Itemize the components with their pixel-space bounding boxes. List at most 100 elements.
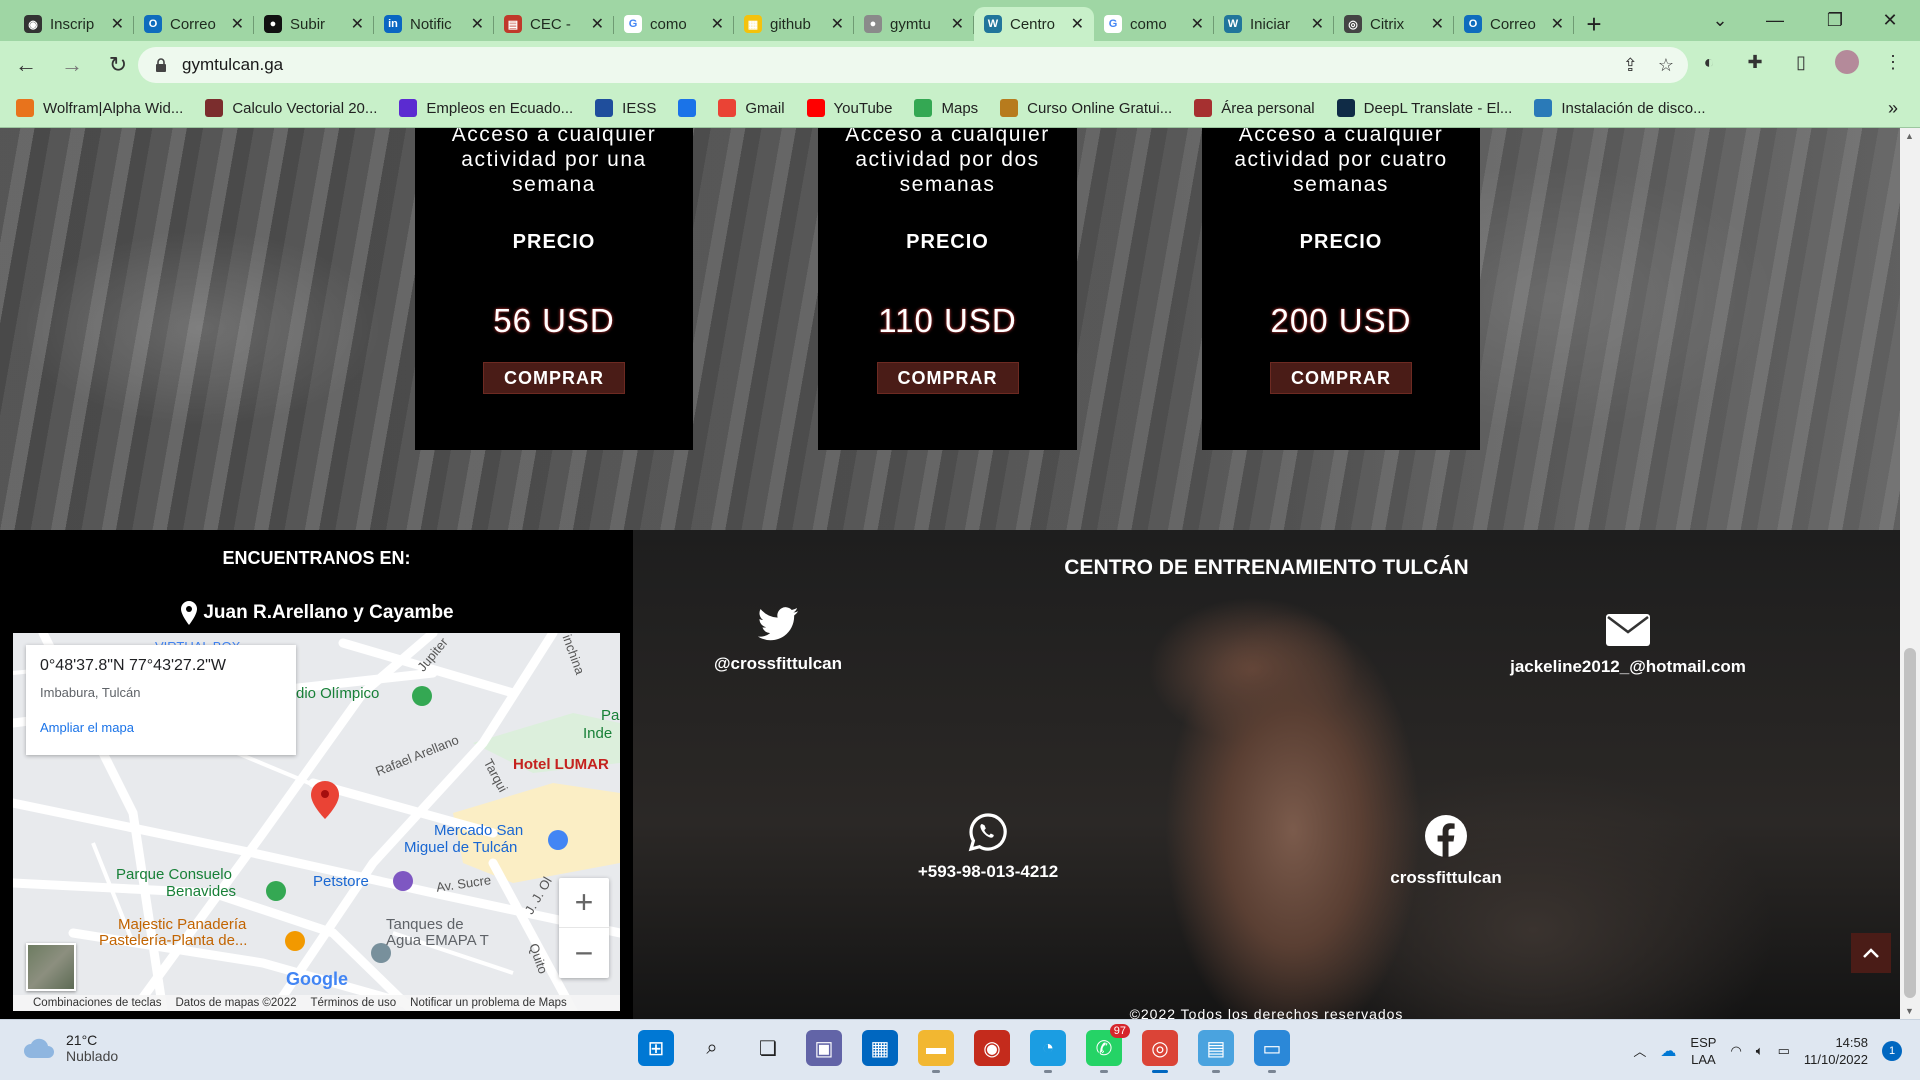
wifi-icon[interactable]: ◠ bbox=[1730, 1043, 1741, 1059]
address-bar[interactable]: gymtulcan.ga ⇪ ☆ bbox=[138, 47, 1688, 83]
notepad-icon[interactable]: ▤ bbox=[1198, 1030, 1234, 1073]
edge-icon[interactable]: ◔ bbox=[1030, 1030, 1066, 1073]
browser-tab[interactable]: O Correo ✕ bbox=[134, 7, 254, 41]
twitter-link[interactable]: @crossfittulcan bbox=[693, 606, 863, 674]
store-icon[interactable]: ▦ bbox=[862, 1030, 898, 1066]
url-text[interactable]: gymtulcan.ga bbox=[182, 55, 283, 75]
tab-close-icon[interactable]: ✕ bbox=[831, 14, 844, 34]
browser-tab[interactable]: W Centro ✕ bbox=[974, 7, 1094, 41]
tab-close-icon[interactable]: ✕ bbox=[591, 14, 604, 34]
new-tab-button[interactable]: + bbox=[1574, 7, 1614, 41]
chrome-icon[interactable]: ◎ bbox=[1142, 1030, 1178, 1073]
google-map[interactable]: VIRTUAL BOX dio Olímpico Jupiter inchina… bbox=[13, 633, 620, 1011]
extension-icon[interactable]: ◐ bbox=[1696, 49, 1722, 75]
map-terms-link[interactable]: Términos de uso bbox=[311, 997, 397, 1009]
teams-icon[interactable]: ▣ bbox=[806, 1030, 842, 1066]
bookmark-favicon-icon bbox=[718, 99, 737, 117]
whatsapp-icon[interactable]: ✆ 97 bbox=[1086, 1024, 1130, 1073]
browser-tab[interactable]: O Correo ✕ bbox=[1454, 7, 1574, 41]
browser-tab[interactable]: W Iniciar ✕ bbox=[1214, 7, 1334, 41]
close-window-icon[interactable]: ✕ bbox=[1860, 0, 1920, 41]
bookmark-item[interactable]: IESS bbox=[595, 99, 656, 117]
maximize-icon[interactable]: ❐ bbox=[1805, 0, 1865, 41]
tab-close-icon[interactable]: ✕ bbox=[231, 14, 244, 34]
buy-button[interactable]: COMPRAR bbox=[483, 362, 625, 394]
tab-close-icon[interactable]: ✕ bbox=[351, 14, 364, 34]
chevron-up-icon[interactable]: ︿ bbox=[1633, 1041, 1646, 1060]
back-icon[interactable]: ← bbox=[6, 45, 46, 85]
buy-button[interactable]: COMPRAR bbox=[876, 362, 1019, 394]
bookmark-item[interactable]: Curso Online Gratui... bbox=[1000, 99, 1172, 117]
tab-close-icon[interactable]: ✕ bbox=[1431, 14, 1444, 34]
clock-date: 11/10/2022 bbox=[1803, 1051, 1868, 1067]
satellite-toggle[interactable] bbox=[26, 943, 76, 991]
side-panel-icon[interactable]: ▯ bbox=[1788, 49, 1814, 75]
tab-close-icon[interactable]: ✕ bbox=[471, 14, 484, 34]
clock[interactable]: 14:58 11/10/2022 bbox=[1804, 1034, 1868, 1068]
bookmark-item[interactable]: Calculo Vectorial 20... bbox=[205, 99, 377, 117]
tab-close-icon[interactable]: ✕ bbox=[1191, 14, 1204, 34]
browser-tab[interactable]: ◉ Inscrip ✕ bbox=[14, 7, 134, 41]
bookmark-item[interactable]: DeepL Translate - El... bbox=[1336, 99, 1512, 117]
buy-button[interactable]: COMPRAR bbox=[1270, 362, 1412, 394]
bookmark-item[interactable]: Instalación de disco... bbox=[1534, 99, 1706, 117]
browser-tab[interactable]: ◎ Citrix ✕ bbox=[1334, 7, 1454, 41]
onedrive-icon[interactable]: ☁ bbox=[1660, 1041, 1676, 1061]
language-indicator[interactable]: ESP LAA bbox=[1690, 1034, 1716, 1068]
facebook-link[interactable]: crossfittulcan bbox=[1361, 814, 1531, 888]
reload-icon[interactable]: ↻ bbox=[98, 45, 138, 85]
scroll-up-arrow-icon[interactable]: ▲ bbox=[1905, 131, 1914, 141]
zoom-out-button[interactable]: − bbox=[559, 928, 609, 978]
scrollbar-thumb[interactable] bbox=[1904, 648, 1916, 998]
notification-badge[interactable]: 1 bbox=[1882, 1040, 1902, 1061]
start-icon[interactable]: ⊞ bbox=[638, 1030, 674, 1066]
bookmarks-overflow-icon[interactable]: » bbox=[1888, 98, 1898, 119]
browser-tab[interactable]: ● gymtu ✕ bbox=[854, 7, 974, 41]
volume-icon[interactable]: 🔈︎ bbox=[1756, 1043, 1764, 1059]
screen-recorder-icon[interactable]: ◉ bbox=[974, 1030, 1010, 1066]
minimize-icon[interactable]: — bbox=[1745, 0, 1805, 41]
remote-desktop-icon[interactable]: ▭ bbox=[1254, 1030, 1290, 1073]
weather-widget[interactable]: 21°C Nublado bbox=[22, 1032, 118, 1064]
browser-tab[interactable]: ● Subir ✕ bbox=[254, 7, 374, 41]
bookmark-item[interactable]: YouTube bbox=[806, 99, 892, 117]
task-view-icon[interactable]: ❏ bbox=[750, 1030, 786, 1066]
tab-close-icon[interactable]: ✕ bbox=[711, 14, 724, 34]
bookmark-item[interactable]: Maps bbox=[914, 99, 978, 117]
tab-close-icon[interactable]: ✕ bbox=[111, 14, 124, 34]
scroll-down-arrow-icon[interactable]: ▼ bbox=[1905, 1006, 1914, 1016]
page-scrollbar[interactable]: ▲ ▼ bbox=[1900, 128, 1920, 1019]
tab-close-icon[interactable]: ✕ bbox=[1071, 14, 1084, 34]
search-icon[interactable]: ⌕ bbox=[694, 1030, 730, 1066]
file-explorer-icon[interactable]: ▬ bbox=[918, 1030, 954, 1073]
bookmark-item[interactable]: Área personal bbox=[1194, 99, 1315, 117]
browser-tab[interactable]: Gcomo ✕ bbox=[614, 7, 734, 41]
price-label: PRECIO bbox=[1299, 231, 1383, 253]
map-keyboard-shortcuts[interactable]: Combinaciones de teclas bbox=[33, 997, 162, 1009]
tab-close-icon[interactable]: ✕ bbox=[951, 14, 964, 34]
browser-tab[interactable]: ▤ CEC - ✕ bbox=[494, 7, 614, 41]
profile-avatar[interactable] bbox=[1834, 49, 1860, 75]
browser-tab[interactable]: ▦ github ✕ bbox=[734, 7, 854, 41]
tab-close-icon[interactable]: ✕ bbox=[1311, 14, 1324, 34]
email-link[interactable]: jackeline2012_@hotmail.com bbox=[1493, 613, 1763, 677]
battery-icon[interactable]: ▭ bbox=[1778, 1043, 1790, 1059]
bookmark-item[interactable]: Empleos en Ecuado... bbox=[399, 99, 573, 117]
whatsapp-link[interactable]: +593-98-013-4212 bbox=[903, 812, 1073, 882]
zoom-in-button[interactable]: + bbox=[559, 878, 609, 928]
browser-tab[interactable]: in Notific ✕ bbox=[374, 7, 494, 41]
tab-search-icon[interactable]: ⌄ bbox=[1690, 0, 1750, 41]
scroll-to-top-button[interactable] bbox=[1851, 933, 1891, 973]
forward-icon[interactable]: → bbox=[52, 45, 92, 85]
share-icon[interactable]: ⇪ bbox=[1623, 55, 1638, 76]
expand-map-link[interactable]: Ampliar el mapa bbox=[40, 720, 282, 735]
tab-close-icon[interactable]: ✕ bbox=[1551, 14, 1564, 34]
puzzle-icon[interactable]: ✚ bbox=[1742, 49, 1768, 75]
bookmark-item[interactable]: Wolfram|Alpha Wid... bbox=[16, 99, 183, 117]
bookmark-item[interactable]: Gmail bbox=[718, 99, 785, 117]
menu-icon[interactable]: ⋮ bbox=[1880, 49, 1906, 75]
map-report-link[interactable]: Notificar un problema de Maps bbox=[410, 997, 567, 1009]
browser-tab[interactable]: Gcomo ✕ bbox=[1094, 7, 1214, 41]
bookmark-star-icon[interactable]: ☆ bbox=[1658, 55, 1674, 76]
bookmark-item[interactable] bbox=[678, 99, 697, 117]
